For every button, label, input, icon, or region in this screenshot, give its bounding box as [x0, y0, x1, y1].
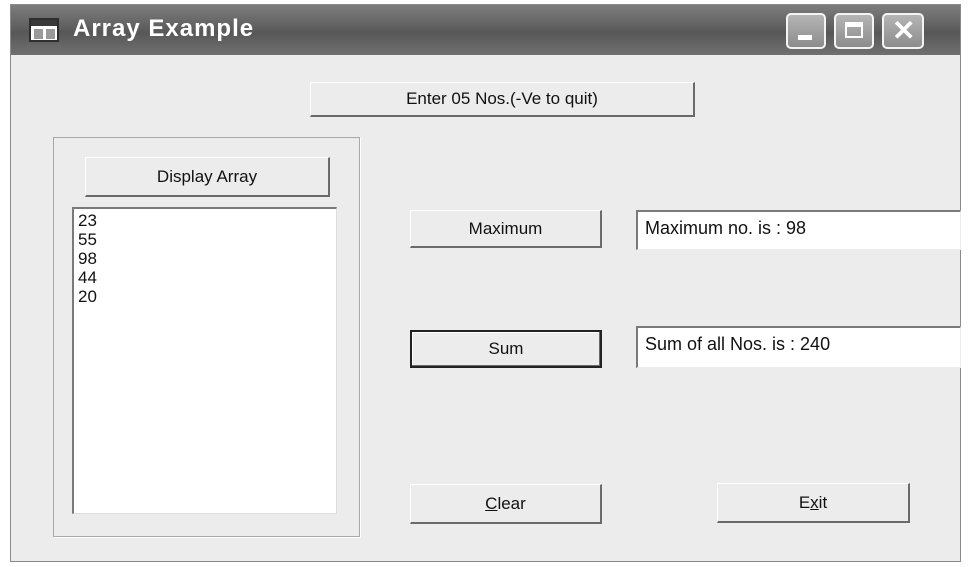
exit-mnemonic: x — [810, 492, 819, 512]
minimize-button[interactable] — [786, 13, 826, 49]
list-item[interactable]: 98 — [78, 249, 336, 268]
clear-mnemonic: C — [485, 493, 498, 513]
close-button[interactable]: ✕ — [882, 13, 924, 49]
maximize-button[interactable] — [834, 13, 874, 49]
array-listbox[interactable]: 23 55 98 44 20 — [72, 207, 337, 514]
close-icon: ✕ — [892, 15, 916, 46]
exit-label-end: it — [818, 492, 828, 512]
list-item[interactable]: 20 — [78, 287, 336, 306]
sum-button[interactable]: Sum — [410, 330, 602, 368]
exit-label-start: E — [798, 492, 811, 512]
list-item[interactable]: 23 — [78, 211, 336, 230]
sum-result-field[interactable]: Sum of all Nos. is : 240 — [636, 326, 961, 368]
maximum-button[interactable]: Maximum — [410, 210, 602, 248]
title-bar[interactable]: Array Example ✕ — [11, 5, 960, 55]
app-icon[interactable] — [29, 18, 59, 42]
clear-button[interactable]: Clear — [410, 484, 602, 524]
minimize-icon — [798, 35, 812, 40]
clear-label-rest: lear — [497, 493, 526, 513]
maximize-icon — [845, 22, 863, 38]
display-array-button[interactable]: Display Array — [85, 157, 330, 197]
list-item[interactable]: 55 — [78, 230, 336, 249]
enter-numbers-button[interactable]: Enter 05 Nos.(-Ve to quit) — [310, 82, 695, 117]
maximum-result-field[interactable]: Maximum no. is : 98 — [636, 210, 961, 250]
list-item[interactable]: 44 — [78, 268, 336, 287]
window-title: Array Example — [73, 15, 255, 42]
exit-button[interactable]: Ex it — [717, 483, 910, 523]
